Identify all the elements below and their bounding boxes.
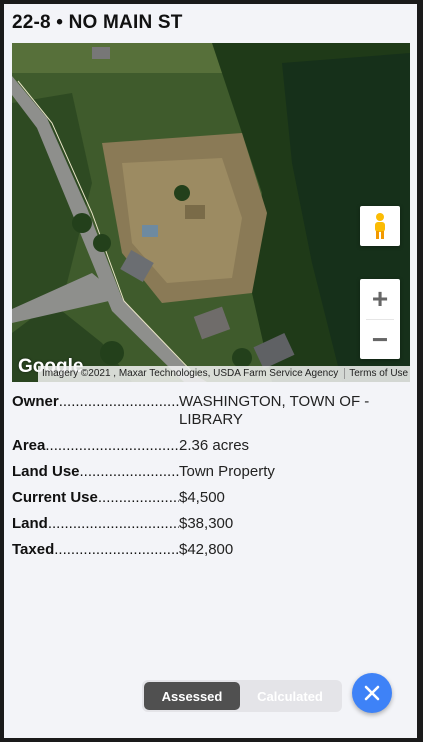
detail-value: $4,500	[179, 489, 225, 506]
assessed-option[interactable]: Assessed	[144, 682, 240, 710]
detail-row-current-use: Current Use.............................…	[12, 489, 410, 507]
terms-link[interactable]: Terms of Use	[344, 368, 409, 379]
detail-label: Owner	[12, 393, 59, 410]
map-imagery	[12, 43, 410, 382]
parcel-details: Owner...................................…	[12, 393, 410, 567]
detail-value: $42,800	[179, 541, 234, 558]
dot-leader: ......................................	[54, 541, 179, 558]
assessed-calculated-toggle: Assessed Calculated	[142, 680, 342, 712]
detail-label: Current Use	[12, 489, 98, 506]
detail-value: Town Property	[179, 463, 275, 480]
detail-label: Land Use	[12, 463, 80, 480]
dot-leader: ......................................	[58, 393, 179, 410]
zoom-out-button[interactable]: −	[360, 320, 400, 360]
attribution-text: Imagery ©2021 , Maxar Technologies, USDA…	[42, 368, 339, 379]
detail-label: Land	[12, 515, 48, 532]
detail-value: $38,300	[179, 515, 234, 532]
detail-value: 2.36 acres	[179, 437, 250, 454]
detail-row-owner: Owner...................................…	[12, 393, 410, 429]
detail-label: Area	[12, 437, 46, 454]
detail-row-land: Land....................................…	[12, 515, 410, 533]
dot-leader: ......................................	[79, 463, 179, 480]
detail-row-area: Area....................................…	[12, 437, 410, 455]
map-zoom-control: + −	[360, 279, 400, 359]
detail-row-taxed: Taxed...................................…	[12, 541, 410, 559]
dot-leader: ......................................	[45, 437, 179, 454]
close-icon	[364, 685, 380, 701]
zoom-in-button[interactable]: +	[360, 279, 400, 319]
detail-value: WASHINGTON, TOWN OF - LIBRARY	[179, 393, 370, 428]
street-view-pegman-button[interactable]	[360, 206, 400, 246]
page-title: 22-8 • NO MAIN ST	[12, 12, 183, 33]
detail-label: Taxed	[12, 541, 55, 558]
dot-leader: ......................................	[47, 515, 179, 532]
satellite-map[interactable]: + − Google Imagery ©2021 , Maxar Technol…	[12, 43, 410, 382]
detail-row-land-use: Land Use................................…	[12, 463, 410, 481]
calculated-option[interactable]: Calculated	[240, 682, 340, 710]
dot-leader: ......................................	[97, 489, 179, 506]
close-button[interactable]	[352, 673, 392, 713]
map-attribution: Imagery ©2021 , Maxar Technologies, USDA…	[38, 366, 410, 382]
parcel-panel: 22-8 • NO MAIN ST + − Imagery ©2021 , Ma…	[4, 4, 417, 738]
street-view-pegman-icon	[375, 213, 385, 239]
